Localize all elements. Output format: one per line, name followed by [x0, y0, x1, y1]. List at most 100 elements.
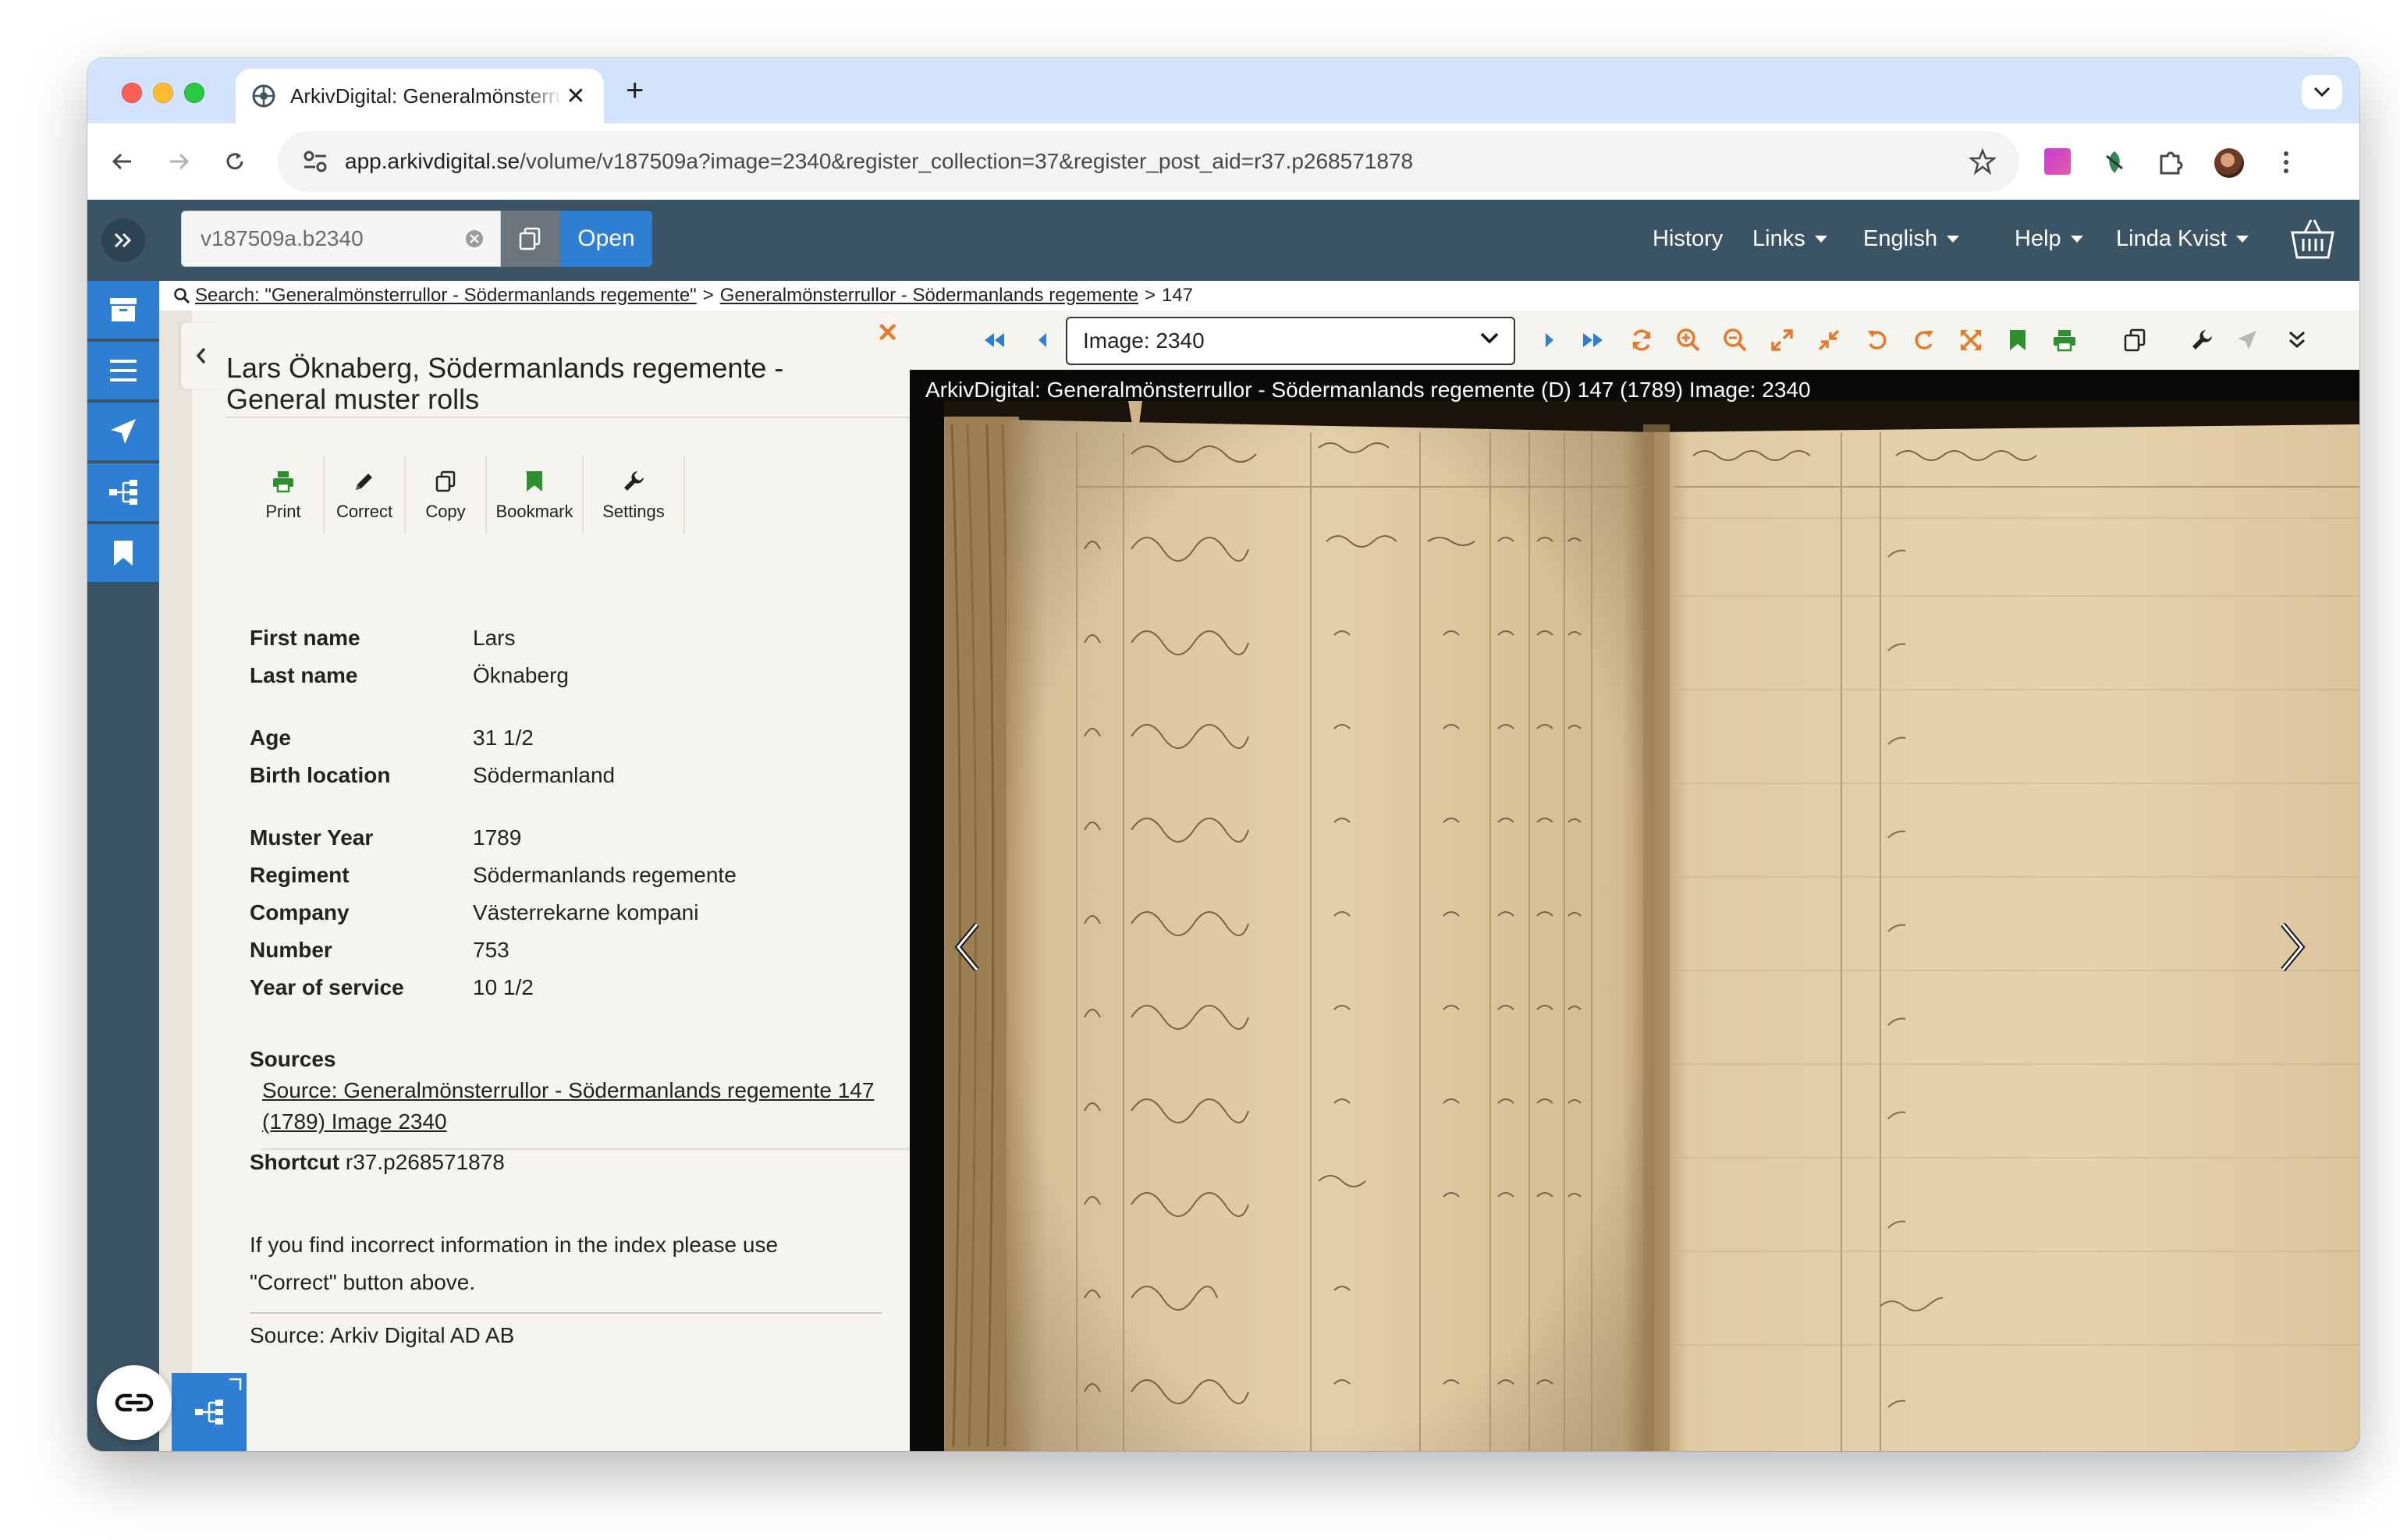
bookmark-star-icon[interactable] — [1969, 148, 1996, 175]
field-label: Muster Year — [250, 825, 374, 850]
maximize-window-button[interactable] — [184, 83, 204, 103]
address-bar[interactable]: app.arkivdigital.se/volume/v187509a?imag… — [278, 131, 2019, 192]
fit-screen-button[interactable] — [1955, 325, 1986, 356]
user-menu[interactable]: Linda Kvist — [2116, 226, 2249, 252]
reference-input[interactable]: v187509a.b2340 — [181, 211, 501, 267]
print-button[interactable]: Print — [243, 456, 325, 534]
profile-avatar[interactable] — [2214, 148, 2244, 178]
archive-page-scan-image[interactable] — [944, 401, 2359, 1451]
browser-menu-icon[interactable] — [2272, 148, 2302, 178]
url-text[interactable]: app.arkivdigital.se/volume/v187509a?imag… — [345, 149, 1969, 174]
collapse-panel-button[interactable] — [181, 323, 222, 389]
links-menu[interactable]: Links — [1752, 226, 1827, 252]
browser-toolbar: app.arkivdigital.se/volume/v187509a?imag… — [87, 123, 2359, 200]
image-viewer[interactable]: ArkivDigital: Generalmönsterrullor - Söd… — [910, 370, 2359, 1451]
family-tree-button[interactable] — [87, 463, 159, 523]
breadcrumb-current: 147 — [1161, 285, 1194, 306]
arrows-alt-icon — [1961, 330, 1981, 350]
site-header: v187509a.b2340 Open History Links Englis… — [87, 200, 2359, 281]
minimize-window-button[interactable] — [153, 83, 173, 103]
settings-button[interactable]: Settings — [584, 456, 685, 534]
language-menu[interactable]: English — [1863, 226, 1960, 252]
site-settings-icon[interactable] — [300, 146, 331, 177]
clear-input-icon[interactable] — [464, 229, 485, 249]
bookmarks-button[interactable] — [87, 524, 159, 584]
print-icon — [273, 471, 293, 493]
compress-button[interactable] — [1813, 325, 1844, 356]
history-label: History — [1653, 226, 1724, 251]
location-arrow-icon — [111, 419, 136, 444]
copy-button[interactable]: Copy — [406, 456, 487, 534]
chat-bubble-button[interactable] — [97, 1365, 172, 1440]
more-tools-button[interactable] — [2281, 325, 2313, 356]
field-value: Västerrekarne kompani — [473, 900, 699, 924]
refresh-image-button[interactable] — [1626, 325, 1657, 356]
image-select[interactable]: Image: 2340 — [1066, 317, 1515, 365]
source-link[interactable]: Source: Generalmönsterrullor - Södermanl… — [262, 1075, 910, 1150]
navigate-button[interactable] — [87, 403, 159, 462]
rotate-left-button[interactable] — [1862, 325, 1893, 356]
chevron-left-icon — [196, 347, 206, 364]
back-button[interactable] — [103, 142, 142, 181]
bookmark-icon — [2010, 330, 2025, 350]
tab-strip: ArkivDigital: Generalmönsterrullor ✕ + — [87, 58, 2359, 123]
first-image-button[interactable] — [978, 325, 1010, 356]
basket-button[interactable] — [2289, 217, 2336, 264]
viewer-next-arrow[interactable] — [2269, 916, 2316, 978]
zoom-in-button[interactable] — [1673, 325, 1704, 356]
url-path: /volume/v187509a?image=2340&register_col… — [520, 149, 1414, 173]
field-value: 1789 — [473, 825, 522, 850]
rotate-right-button[interactable] — [1908, 325, 1940, 356]
help-menu[interactable]: Help — [2015, 226, 2083, 252]
reload-button[interactable] — [215, 142, 254, 181]
source-credit: Source: Arkiv Digital AD AB — [250, 1323, 515, 1347]
list-icon — [110, 360, 137, 381]
copy-image-button[interactable] — [2119, 325, 2150, 356]
shortcut-label: Shortcut — [250, 1150, 340, 1174]
breadcrumb-search-link[interactable]: Search: "Generalmönsterrullor - Söderman… — [195, 285, 697, 307]
sitemap-icon — [195, 1400, 223, 1425]
new-tab-button[interactable]: + — [626, 75, 644, 106]
field-label: First name — [250, 626, 360, 650]
extension-1-icon[interactable] — [2044, 148, 2074, 178]
extension-2-icon[interactable] — [2100, 148, 2130, 178]
forward-button[interactable] — [159, 142, 198, 181]
arkivdigital-favicon-icon — [252, 84, 275, 108]
close-panel-icon[interactable]: ✕ — [877, 320, 900, 346]
expand-button[interactable] — [1766, 325, 1798, 356]
field-label: Year of service — [250, 975, 404, 999]
extensions-puzzle-icon[interactable] — [2157, 148, 2186, 178]
copy-reference-button[interactable] — [501, 211, 560, 267]
location-arrow-icon — [2238, 331, 2256, 350]
print-image-button[interactable] — [2049, 325, 2080, 356]
tab-close-icon[interactable]: ✕ — [563, 83, 588, 110]
breadcrumb-collection-link[interactable]: Generalmönsterrullor - Södermanlands reg… — [720, 285, 1138, 307]
menu-list-button[interactable] — [87, 342, 159, 401]
expand-sidebar-button[interactable] — [87, 200, 159, 281]
caret-down-icon — [2070, 236, 2083, 243]
history-link[interactable]: History — [1653, 226, 1723, 252]
navigate-disabled-button[interactable] — [2231, 325, 2263, 356]
fast-forward-icon — [1583, 333, 1603, 347]
correct-button[interactable]: Correct — [325, 456, 406, 534]
viewer-previous-arrow[interactable] — [944, 916, 991, 978]
previous-image-button[interactable] — [1027, 325, 1058, 356]
family-tree-shortcut-button[interactable] — [172, 1373, 247, 1451]
wrench-icon — [624, 471, 644, 491]
zoom-out-button[interactable] — [1720, 325, 1751, 356]
tab-search-button[interactable] — [2302, 75, 2342, 109]
print-icon — [2054, 330, 2075, 352]
open-button[interactable]: Open — [560, 211, 652, 267]
close-window-button[interactable] — [122, 83, 142, 103]
infinity-link-icon — [115, 1393, 154, 1412]
next-image-button[interactable] — [1534, 325, 1565, 356]
caret-down-icon — [1814, 236, 1827, 243]
bookmark-image-button[interactable] — [2002, 325, 2033, 356]
last-image-button[interactable] — [1578, 325, 1609, 356]
browser-window: ArkivDigital: Generalmönsterrullor ✕ + a… — [87, 58, 2359, 1451]
archive-button[interactable] — [87, 281, 159, 340]
viewer-settings-button[interactable] — [2186, 325, 2217, 356]
sitemap-icon — [109, 480, 137, 505]
browser-tab[interactable]: ArkivDigital: Generalmönsterrullor ✕ — [236, 69, 604, 123]
bookmark-button[interactable]: Bookmark — [487, 456, 584, 534]
